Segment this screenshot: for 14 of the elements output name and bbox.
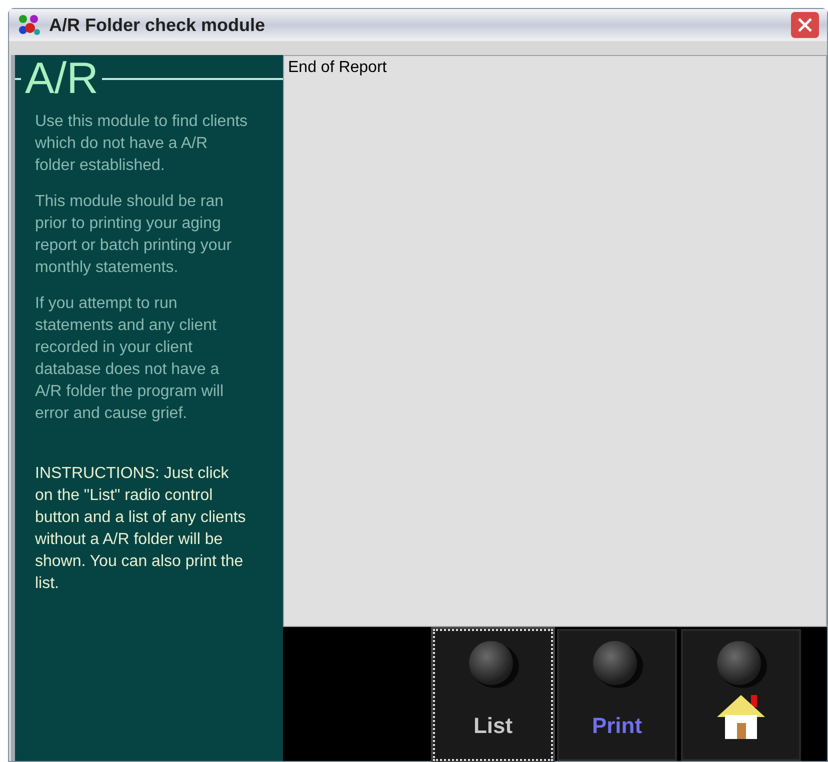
close-button[interactable] [791,12,819,38]
close-icon [797,17,813,33]
description-text: Use this module to find clients which do not have a A/R folder established. [35,112,249,176]
app-icon [17,13,41,37]
report-text: End of Report [288,59,387,76]
window-title: A/R Folder check module [49,14,266,36]
print-button[interactable]: Print [557,629,677,761]
description-text: This module should be ran prior to printing your aging report or batch printing your monthly statements. [35,192,233,278]
list-button[interactable]: List [433,629,553,761]
home-button[interactable] [681,629,801,761]
instructions-text: INSTRUCTIONS: Just click on the "List" radio control button and a list of any clients without a A/R folder will be shown. You can also print the list. [35,464,247,594]
description-text: If you attempt to run statements and any client recorded in your client database does not have a A/R folder the program will error and cause grief. [35,294,225,424]
sidebar-heading: A/R [24,55,100,103]
house-icon [715,693,767,741]
